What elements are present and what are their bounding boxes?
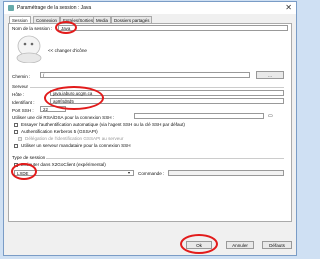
change-icon-link[interactable]: << changer d'icône <box>48 48 87 53</box>
kerberos-label: Authentification Kerberos 5 (GSSAPI) <box>21 129 98 134</box>
rsa-key-label: Utiliser une clé RSA/DSA pour la connexi… <box>12 115 115 120</box>
app-icon <box>8 5 14 11</box>
tab-media[interactable]: Media <box>93 16 111 23</box>
session-type-section-title: Type de session <box>12 155 46 160</box>
gssapi-delegation-checkbox[interactable] <box>18 137 22 141</box>
browse-button[interactable]: ... <box>256 71 284 79</box>
proxy-checkbox[interactable] <box>14 144 18 148</box>
command-label: Commande : <box>138 171 165 176</box>
title-bar: Paramétrage de la session : Java ✕ <box>4 2 296 14</box>
command-field[interactable] <box>168 170 284 176</box>
session-name-label: Nom de la session : <box>12 26 53 31</box>
session-avatar[interactable] <box>16 35 42 64</box>
annotation-circle-ok <box>180 234 218 254</box>
folder-icon[interactable]: ▭ <box>268 113 273 119</box>
defaults-button[interactable]: Défauts <box>262 241 292 249</box>
annotation-circle-session-type <box>11 163 37 180</box>
login-label: Identifiant : <box>12 100 35 105</box>
port-label: Port SSH : <box>12 108 34 113</box>
path-label: Chemin : <box>12 74 31 79</box>
session-type-separator <box>46 158 284 159</box>
auto-auth-checkbox[interactable] <box>14 123 18 127</box>
annotation-circle-session-name <box>55 21 77 34</box>
settings-dialog: Paramétrage de la session : Java ✕ Sessi… <box>3 1 297 256</box>
path-field[interactable]: / <box>40 72 250 78</box>
session-name-field[interactable]: Java <box>58 25 288 31</box>
host-label: Hôte : <box>12 92 25 97</box>
cancel-button[interactable]: Annuler <box>226 241 254 249</box>
chevron-down-icon[interactable]: ▾ <box>128 170 130 175</box>
window-title: Paramétrage de la session : Java <box>17 5 92 11</box>
rsa-key-field[interactable] <box>134 113 264 119</box>
server-section-title: Serveur <box>12 84 29 89</box>
gssapi-delegation-label: Délégation de l'identification GSSAPI au… <box>25 136 124 141</box>
kerberos-checkbox[interactable] <box>14 130 18 134</box>
auto-auth-label: Essayer l'authentification automatique (… <box>21 122 185 127</box>
tab-dossiers-partages[interactable]: Dossiers partagés <box>111 16 153 23</box>
close-icon[interactable]: ✕ <box>285 3 292 12</box>
annotation-circle-host-login <box>44 86 104 110</box>
tab-connexion[interactable]: Connexion <box>33 16 60 23</box>
proxy-label: Utiliser un serveur mandataire pour la c… <box>21 143 131 148</box>
